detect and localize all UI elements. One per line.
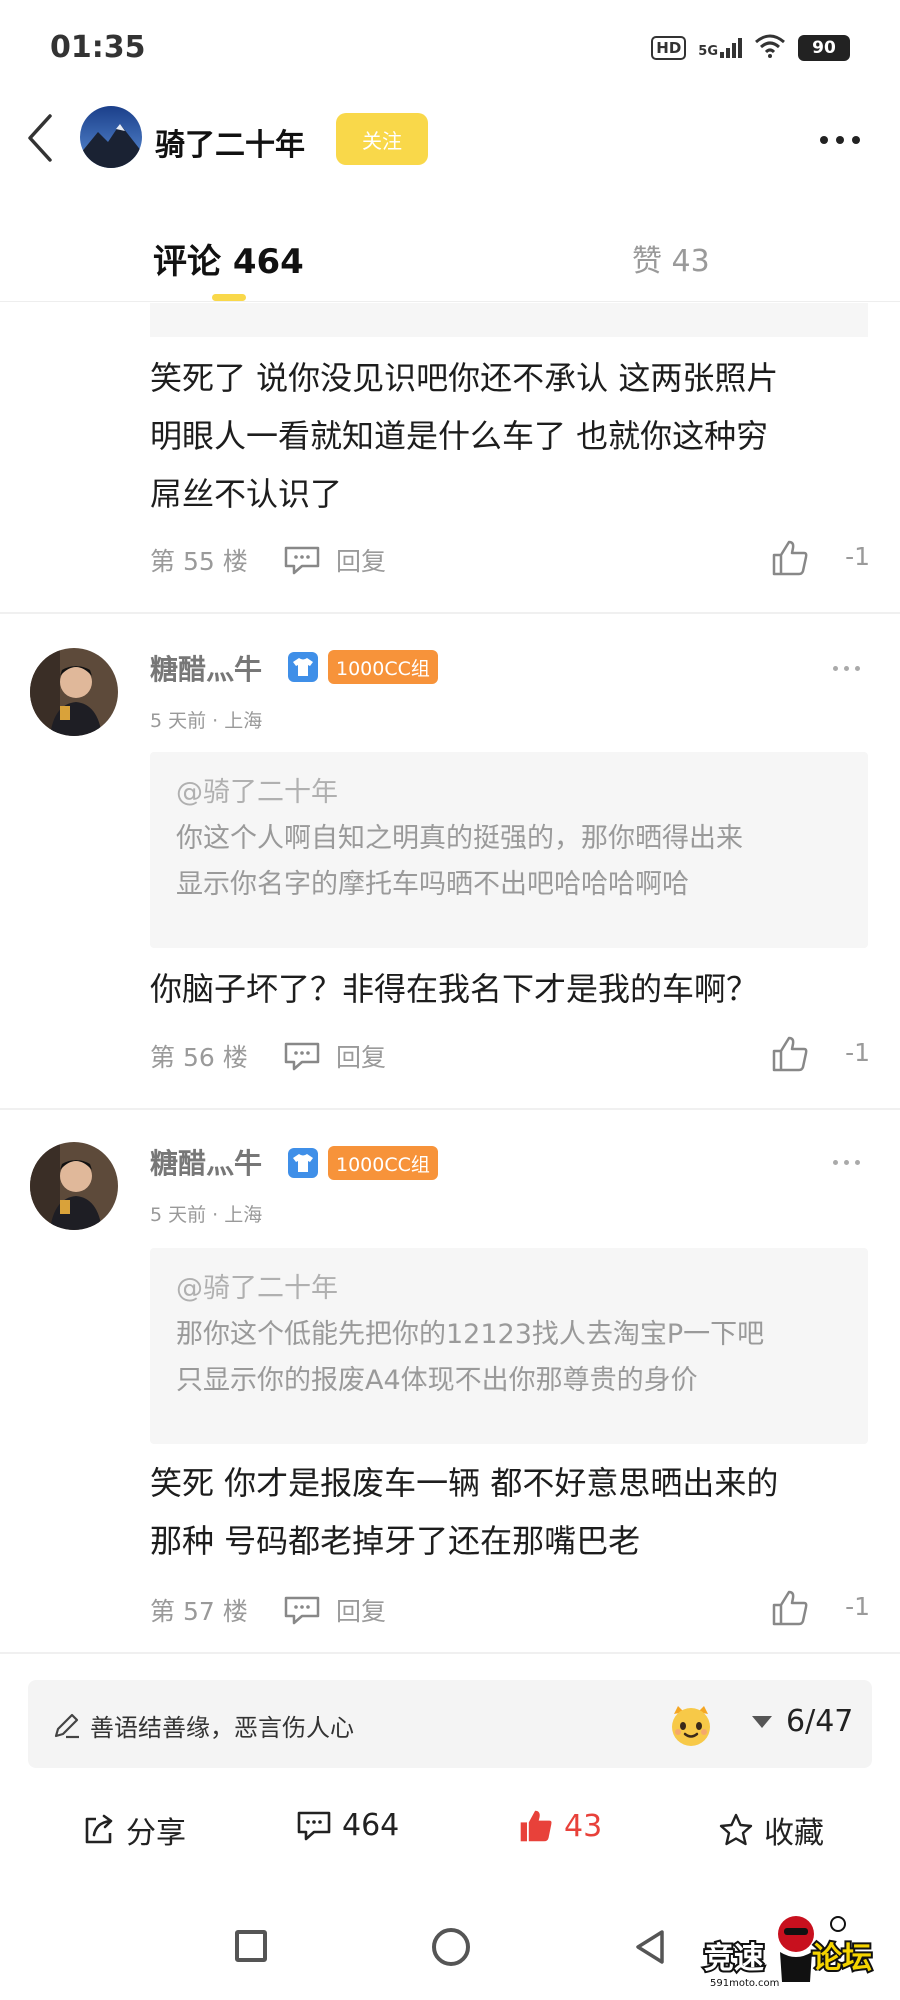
like-button[interactable]: 43 xyxy=(518,1808,602,1844)
shirt-badge-icon xyxy=(288,652,318,682)
system-nav-bar: 竞速 论坛 591moto.com xyxy=(0,1900,900,2000)
home-button[interactable] xyxy=(432,1928,470,1966)
page-counter[interactable]: 6/47 xyxy=(786,1704,853,1739)
cellular-signal-icon: 5G xyxy=(698,38,742,58)
floor-label: 第 55 楼 xyxy=(150,547,248,576)
chevron-left-icon xyxy=(28,114,52,162)
comment-input-bar[interactable]: 善语结善缘，恶言伤人心 6/47 xyxy=(28,1680,872,1768)
action-bar: 分享 464 43 收藏 xyxy=(0,1790,900,1870)
comment-icon xyxy=(297,1811,331,1840)
comment-meta: 5 天前 · 上海 xyxy=(150,1204,263,1226)
tab-active-indicator xyxy=(212,294,246,301)
quoted-comment: @骑了二十年 那你这个低能先把你的12123找人去淘宝P一下吧 只显示你的报废A… xyxy=(150,1248,868,1444)
share-icon xyxy=(85,1814,113,1844)
thumbs-up-icon[interactable] xyxy=(770,538,810,582)
quoted-comment: @骑了二十年 你这个人啊自知之明真的挺强的，那你晒得出来 显示你名字的摩托车吗晒… xyxy=(150,752,868,948)
like-count: -1 xyxy=(845,542,870,571)
reply-button[interactable]: 回复 xyxy=(336,1038,386,1074)
divider xyxy=(0,612,900,614)
avatar[interactable] xyxy=(30,1142,118,1230)
more-options-icon[interactable] xyxy=(820,136,860,144)
avatar[interactable] xyxy=(30,648,118,736)
svg-text:591moto.com: 591moto.com xyxy=(710,1978,779,1989)
favorite-button[interactable]: 收藏 xyxy=(718,1808,824,1852)
author-avatar[interactable] xyxy=(80,106,142,168)
tab-likes[interactable]: 赞 43 xyxy=(632,236,710,280)
group-badge: 1000CC组 xyxy=(328,650,438,684)
reply-icon[interactable] xyxy=(282,1040,322,1076)
comment-meta: 5 天前 · 上海 xyxy=(150,710,263,732)
wifi-icon xyxy=(754,34,786,62)
star-icon xyxy=(719,1813,753,1846)
comments-button[interactable]: 464 xyxy=(296,1808,399,1843)
comment-footer: 第 56 楼 回复 -1 xyxy=(150,1034,870,1074)
divider xyxy=(0,1108,900,1110)
watermark-logo: 竞速 论坛 591moto.com xyxy=(700,1912,890,1992)
comment-body: 笑死了 说你没见识吧你还不承认 这两张照片 明眼人一看就知道是什么车了 也就你这… xyxy=(150,359,779,513)
thumbs-up-icon[interactable] xyxy=(770,1034,810,1078)
reply-icon[interactable] xyxy=(282,1594,322,1630)
quote-mention[interactable]: @骑了二十年 xyxy=(176,1266,842,1312)
reply-button[interactable]: 回复 xyxy=(336,1592,386,1628)
username[interactable]: 糖醋灬牛 xyxy=(150,1142,262,1182)
comment-input-placeholder[interactable]: 善语结善缘，恶言伤人心 xyxy=(90,1708,354,1743)
caret-down-icon[interactable] xyxy=(752,1716,772,1728)
tab-bar: 评论 464 赞 43 xyxy=(0,222,900,302)
back-button[interactable] xyxy=(22,108,58,168)
recent-apps-button[interactable] xyxy=(235,1930,267,1962)
share-button[interactable]: 分享 xyxy=(82,1808,186,1852)
tab-comments[interactable]: 评论 464 xyxy=(153,234,304,283)
author-name[interactable]: 骑了二十年 xyxy=(155,120,305,164)
like-count: -1 xyxy=(845,1038,870,1067)
quote-box-remnant xyxy=(150,303,868,337)
comment-body: 你脑子坏了？非得在我名下才是我的车啊？ xyxy=(150,970,759,1008)
more-options-icon[interactable] xyxy=(833,666,860,671)
reply-button[interactable]: 回复 xyxy=(336,542,386,578)
floor-label: 第 56 楼 xyxy=(150,1043,248,1072)
nav-back-button[interactable] xyxy=(632,1928,668,1970)
thumbs-up-icon[interactable] xyxy=(770,1588,810,1632)
status-time: 01:35 xyxy=(50,30,146,65)
follow-button[interactable]: 关注 xyxy=(336,113,428,165)
thumbs-up-filled-icon xyxy=(520,1810,552,1842)
comment-footer: 第 57 楼 回复 -1 xyxy=(150,1588,870,1628)
floor-label: 第 57 楼 xyxy=(150,1597,248,1626)
reply-icon[interactable] xyxy=(282,544,322,580)
shirt-badge-icon xyxy=(288,1148,318,1178)
status-bar: 01:35 HD 5G 90 xyxy=(0,0,900,100)
username[interactable]: 糖醋灬牛 xyxy=(150,648,262,688)
svg-text:论坛: 论坛 xyxy=(812,1941,872,1976)
pen-icon xyxy=(52,1710,82,1744)
header: 骑了二十年 关注 xyxy=(0,100,900,180)
battery-icon: 90 xyxy=(798,35,850,61)
comment-footer: 第 55 楼 回复 -1 xyxy=(150,538,870,578)
svg-text:竞速: 竞速 xyxy=(704,1941,764,1976)
more-options-icon[interactable] xyxy=(833,1160,860,1165)
emoji-icon[interactable] xyxy=(668,1702,714,1752)
comment-body: 笑死 你才是报废车一辆 都不好意思晒出来的 那种 号码都老掉牙了还在那嘴巴老 xyxy=(150,1464,779,1560)
hd-icon: HD xyxy=(651,36,687,60)
like-count: -1 xyxy=(845,1592,870,1621)
divider xyxy=(0,1652,900,1654)
quote-mention[interactable]: @骑了二十年 xyxy=(176,770,842,816)
group-badge: 1000CC组 xyxy=(328,1146,438,1180)
status-icons: HD 5G 90 xyxy=(651,34,850,62)
